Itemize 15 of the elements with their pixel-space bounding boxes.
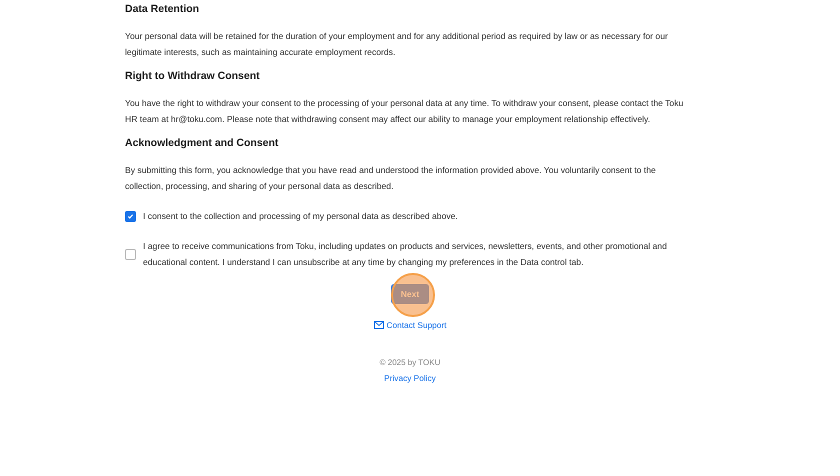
- checkbox-label: I consent to the collection and processing of my personal data as described above.: [143, 210, 458, 223]
- section-heading: Right to Withdraw Consent: [125, 69, 261, 83]
- checkbox[interactable]: [125, 248, 136, 260]
- section-heading: Data Retention: [125, 2, 200, 16]
- mail-icon: [374, 321, 384, 329]
- check-icon: [127, 212, 134, 220]
- section-heading: Acknowledgment and Consent: [125, 136, 280, 150]
- privacy-policy-link[interactable]: Privacy Policy: [384, 373, 436, 383]
- contact-support-link[interactable]: Contact Support: [386, 320, 446, 330]
- section-paragraph: Your personal data will be retained for the duration of your employment and for any additional period as required by law or as necessary for our legitimate interests, such as maintaining accurate employment records.: [125, 30, 669, 59]
- section-paragraph: You have the right to withdraw your consent to the processing of your personal data at any time. To withdraw your consent, please contact the Toku HR team at hr@toku.com. Please note that withdrawing consent may affect our ability to manage your employment relationship effectively.: [125, 97, 684, 126]
- checkbox[interactable]: [125, 210, 136, 222]
- checkbox-label: I agree to receive communications from Toku, including updates on products and services, newsletters, events, and other promotional and educational content. I understand I can unsubscribe at any time by changing my preferences in the Data control tab.: [143, 240, 668, 269]
- section-paragraph: By submitting this form, you acknowledge that you have read and understood the information provided above. You voluntarily consent to the collection, processing, and sharing of your personal data as described.: [125, 164, 657, 193]
- copyright-text: © 2025 by TOKU: [380, 358, 440, 367]
